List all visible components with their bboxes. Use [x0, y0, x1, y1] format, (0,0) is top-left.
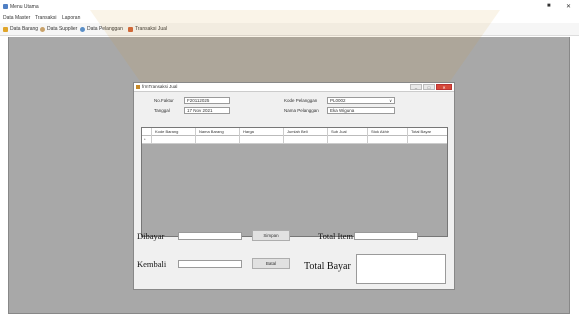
nama-pelanggan-label: Nama Pelanggan: [284, 108, 319, 113]
col-stok-akhir[interactable]: Stok Akhir: [368, 128, 408, 136]
app-icon: [3, 4, 8, 9]
col-sub-jual[interactable]: Sub Jual: [328, 128, 368, 136]
menu-bar: Data Master Transaksi Laporan: [0, 14, 579, 23]
no-faktur-label: No.Faktur: [154, 98, 174, 103]
menu-laporan[interactable]: Laporan: [62, 15, 80, 21]
batal-button[interactable]: Batal: [252, 258, 290, 269]
transaksi-grid[interactable]: Kode Barang Nama Barang Harga Jumlah Bel…: [141, 127, 448, 237]
col-nama-barang[interactable]: Nama Barang: [196, 128, 240, 136]
toolbar-transaksi-jual[interactable]: Transaksi Jual: [128, 26, 167, 32]
grid-header: Kode Barang Nama Barang Harga Jumlah Bel…: [142, 128, 447, 136]
transaksi-jual-form: frmTransaksi Jual – □ ✕ No.Faktur F20112…: [133, 82, 455, 290]
tanggal-label: Tanggal: [154, 108, 170, 113]
total-bayar-label: Total Bayar: [304, 261, 351, 272]
kembali-label: Kembali: [137, 259, 167, 269]
col-total-bayar[interactable]: Total Bayar: [408, 128, 447, 136]
no-faktur-field[interactable]: F20112025: [184, 97, 230, 104]
form-maximize-button[interactable]: □: [423, 84, 435, 90]
toolbar-data-supplier[interactable]: Data Supplier: [40, 26, 77, 32]
total-item-field[interactable]: [354, 232, 418, 240]
toolbar-transaksi-jual-label: Transaksi Jual: [135, 26, 168, 32]
kode-pelanggan-label: Kode Pelanggan: [284, 98, 318, 103]
people-icon: [40, 26, 45, 32]
total-bayar-field[interactable]: [356, 254, 446, 284]
kembali-field[interactable]: [178, 260, 242, 268]
form-titlebar: frmTransaksi Jual – □ ✕: [134, 83, 454, 92]
toolbar-data-supplier-label: Data Supplier: [47, 26, 78, 32]
cart-icon: [128, 26, 133, 32]
col-kode-barang[interactable]: Kode Barang: [152, 128, 196, 136]
tanggal-field[interactable]: 17 Nov 2021: [184, 107, 230, 114]
form-icon: [136, 85, 140, 89]
toolbar-data-barang-label: Data Barang: [10, 26, 39, 32]
table-row[interactable]: *: [142, 136, 447, 144]
chevron-down-icon[interactable]: ∨: [389, 98, 392, 104]
menu-transaksi[interactable]: Transaksi: [35, 15, 57, 21]
form-minimize-button[interactable]: –: [410, 84, 422, 90]
form-title: frmTransaksi Jual: [142, 84, 178, 89]
menu-data-master[interactable]: Data Master: [3, 15, 30, 21]
col-harga[interactable]: Harga: [240, 128, 284, 136]
toolbar-data-pelanggan[interactable]: Data Pelanggan: [80, 26, 123, 32]
kode-pelanggan-value: PL0002: [330, 98, 346, 103]
group-icon: [80, 26, 85, 32]
close-window-button[interactable]: ✕: [566, 3, 571, 10]
toolbar: Data Barang Data Supplier Data Pelanggan…: [0, 23, 579, 36]
dibayar-label: Dibayar: [137, 231, 165, 241]
nama-pelanggan-field[interactable]: Eka Wiguna: [327, 107, 395, 114]
kode-pelanggan-select[interactable]: PL0002 ∨: [327, 97, 395, 104]
window-title: Menu Utama: [10, 4, 39, 10]
window-titlebar: Menu Utama ■ ✕: [0, 0, 579, 14]
simpan-button[interactable]: Simpan: [252, 230, 290, 241]
dibayar-field[interactable]: [178, 232, 242, 240]
form-close-button[interactable]: ✕: [436, 84, 452, 90]
toolbar-data-barang[interactable]: Data Barang: [3, 26, 38, 32]
row-header-spacer: [142, 128, 152, 136]
toolbar-data-pelanggan-label: Data Pelanggan: [87, 26, 123, 32]
total-item-label: Total Item: [318, 231, 354, 241]
col-jumlah-beli[interactable]: Jumlah Beli: [284, 128, 328, 136]
minimize-button[interactable]: ■: [547, 3, 551, 9]
box-icon: [3, 26, 8, 32]
